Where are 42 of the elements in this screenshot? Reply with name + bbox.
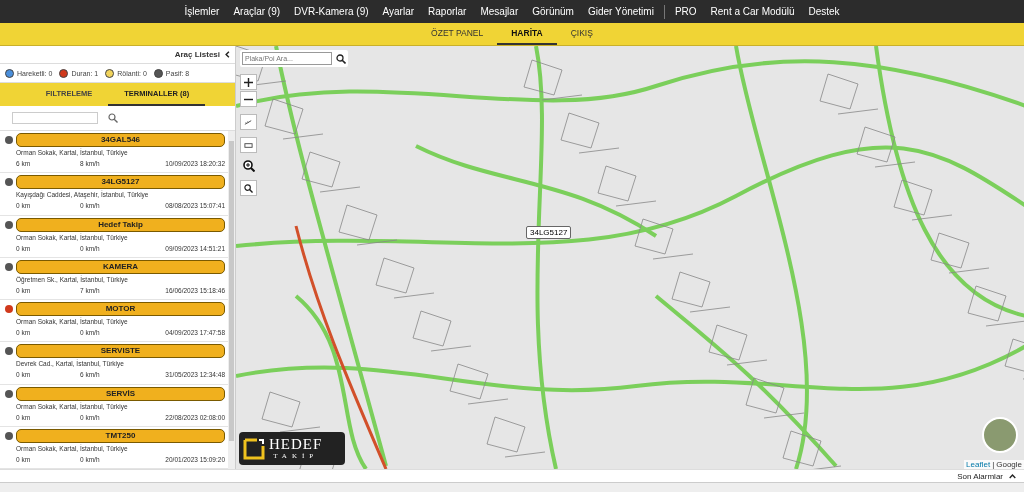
nav-tab[interactable]: ÖZET PANEL [417,23,498,45]
scrollbar[interactable] [228,131,235,469]
attribution-text: Google [996,460,1022,469]
menu-item[interactable]: İşlemler [184,6,220,17]
menu-item[interactable]: Raporlar [428,6,467,17]
menu-item[interactable]: Mesajlar [480,6,519,17]
menu-item[interactable]: DVR-Kamera (9) [294,6,369,17]
vehicle-marker-label[interactable]: 34LG5127 [526,226,572,239]
menu-item[interactable]: Görünüm [532,6,574,17]
vehicle-name[interactable]: 34GAL546 [16,133,225,147]
layers-button[interactable] [240,137,257,153]
satellite-toggle[interactable] [982,417,1018,453]
collapse-icon[interactable] [224,51,231,58]
menu-item[interactable]: Rent a Car Modülü [710,6,795,17]
vehicle-name[interactable]: Hedef Takip [16,217,225,232]
alarms-label[interactable]: Son Alarmlar [957,471,1003,481]
attribution-link[interactable]: Leaflet [966,460,991,469]
zoom-icon[interactable] [243,160,255,172]
search-icon[interactable] [336,53,346,64]
vehicle-name[interactable]: KAMERA [16,259,225,274]
vehicle-name[interactable]: SERVİS [16,386,225,401]
vehicle-name[interactable]: 34LG5127 [16,175,225,190]
ruler-icon [244,117,253,127]
zoom-out-button[interactable] [240,91,257,107]
search-button[interactable] [240,180,257,196]
menu-item[interactable]: Gider Yönetimi [587,6,654,17]
rectangle-icon [244,140,253,150]
search-field[interactable] [12,112,98,124]
search-icon [244,183,253,193]
panel-title: Araç Listesi [174,50,220,59]
attribution-separator: | [992,460,995,469]
menu-item[interactable]: Ayarlar [382,6,415,17]
menu-item[interactable]: Destek [808,6,840,17]
vehicle-name[interactable]: SERVISTE [16,344,225,359]
zoom-in-button[interactable] [240,74,257,90]
nav-tab[interactable]: ÇIKIŞ [556,23,607,45]
vehicle-name[interactable]: TMT250 [16,428,225,443]
menu-item[interactable]: PRO [674,6,697,17]
menu-item[interactable]: Araçlar (9) [233,6,281,17]
plus-icon [244,77,253,87]
vehicle-name[interactable]: MOTOR [16,302,225,316]
expand-icon[interactable] [1009,472,1016,480]
